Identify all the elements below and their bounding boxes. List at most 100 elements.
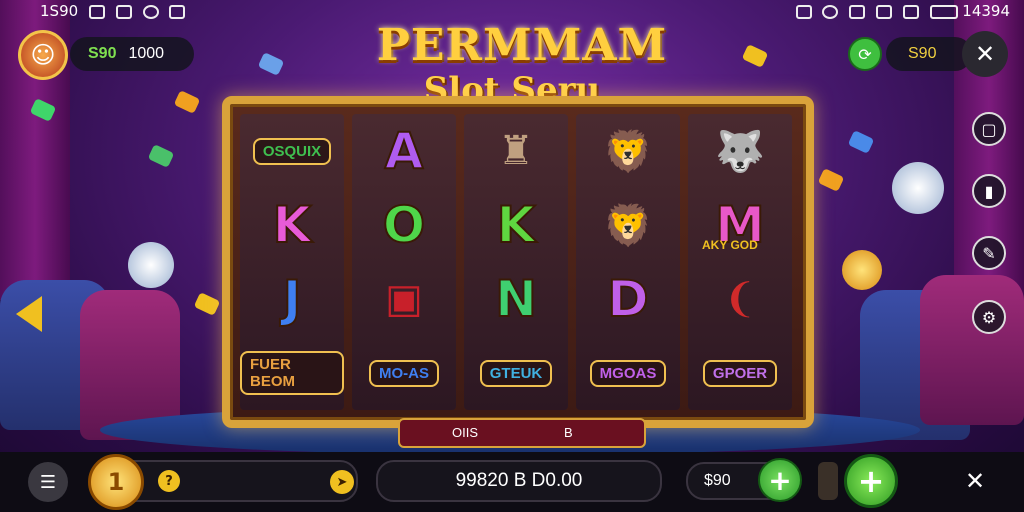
letter-symbol: D — [606, 269, 649, 329]
total-bet-display: 99820 B D0.00 — [376, 460, 662, 502]
reel-symbol: K — [240, 188, 344, 262]
wifi-icon — [902, 4, 919, 19]
status-left-text: 1S90 — [40, 2, 79, 20]
refresh-icon[interactable]: ⟳ — [848, 37, 882, 71]
game-title: PERMMAM — [376, 20, 668, 71]
balance-value: 1000 — [128, 45, 165, 62]
letter-symbol: K — [496, 195, 537, 255]
info-icon[interactable]: ? — [158, 470, 180, 492]
bluetooth-icon — [795, 4, 812, 19]
letter-symbol: A — [384, 121, 425, 181]
vibrate-icon — [849, 4, 866, 19]
menu-icon[interactable]: ☰ — [28, 462, 68, 502]
status-right: 14394 — [790, 2, 1010, 20]
reel-5: 🐺 M AKY GOD ❨ GPOER — [688, 114, 792, 410]
letter-symbol: O — [382, 195, 426, 255]
letter-symbol: K — [272, 195, 313, 255]
letter-symbol: N — [494, 269, 538, 329]
previous-arrow-icon[interactable] — [16, 296, 42, 332]
right-chair-pink — [920, 275, 1024, 425]
gold-coin-icon — [842, 250, 882, 290]
reel-symbol: J — [240, 262, 344, 336]
bet-amount-value: $90 — [704, 472, 731, 489]
play-icon[interactable]: ➤ — [330, 470, 354, 494]
reel-symbol: K — [464, 188, 568, 262]
red-horn-icon: ❨ — [723, 276, 757, 322]
total-bet-value: 99820 B D0.00 — [455, 470, 583, 491]
coin-glyph: 1 — [107, 468, 125, 496]
label-symbol: MGOAS — [589, 359, 667, 387]
info-left: OIIS — [452, 425, 479, 440]
notification-icon — [88, 4, 105, 19]
reel-symbol: 🦁 — [576, 188, 680, 262]
increase-bet-button[interactable]: + — [758, 458, 802, 502]
shop-icon[interactable]: ▢ — [972, 112, 1006, 146]
reel-symbol: D — [576, 262, 680, 336]
reel-symbol: MGOAS — [576, 336, 680, 410]
bottom-close-icon[interactable]: ✕ — [956, 462, 994, 500]
label-symbol: GTEUK — [479, 359, 553, 387]
reel-symbol: ▣ — [352, 262, 456, 336]
app-icon — [169, 4, 186, 19]
card-icon[interactable]: ▮ — [972, 174, 1006, 208]
label-symbol: FUER BEOM — [240, 351, 344, 395]
alarm-clock-icon — [822, 4, 839, 19]
balance-label: S90 — [88, 45, 117, 62]
label-symbol: GPOER — [702, 359, 778, 387]
reel-symbol: FUER BEOM — [240, 336, 344, 410]
gem-icon — [817, 168, 845, 192]
alarm-icon — [142, 4, 159, 19]
status-time-left: 1S90 — [40, 2, 186, 20]
coin-icon: 1 — [88, 454, 144, 510]
reel-1: OSQUIX K J FUER BEOM — [240, 114, 344, 410]
reel-4: 🦁 🦁 D MGOAS — [576, 114, 680, 410]
calendar-icon — [115, 4, 132, 19]
reel-2: A O ▣ MO-AS — [352, 114, 456, 410]
reels-frame: OSQUIX K J FUER BEOM A O ▣ MO-AS ♜ K N GTEUK 🦁 🦁 D MGOA… — [222, 96, 814, 428]
info-right: B — [564, 425, 573, 440]
status-right-text: 14394 — [962, 2, 1010, 20]
gem-icon — [257, 52, 285, 76]
gem-icon — [741, 44, 769, 68]
balance-pill: S90 1000 — [70, 37, 194, 71]
letter-symbol: J — [282, 269, 303, 329]
settings-icon[interactable]: ⚙ — [972, 300, 1006, 334]
lion-icon: 🦁 — [603, 202, 653, 249]
signal-icon — [875, 4, 892, 19]
gem-icon — [847, 130, 875, 154]
reel-symbol: O — [352, 188, 456, 262]
lion-icon: 🦁 — [603, 128, 653, 175]
gem-icon — [147, 144, 175, 168]
reel-symbol: N — [464, 262, 568, 336]
reel-symbol: 🦁 — [576, 114, 680, 188]
silver-coin-icon — [128, 242, 174, 288]
reel-3: ♜ K N GTEUK — [464, 114, 568, 410]
reel-symbol: ❨ — [688, 262, 792, 336]
battery-icon — [929, 4, 958, 19]
divider-tab — [818, 462, 838, 500]
label-symbol: OSQUIX — [252, 137, 332, 165]
label-symbol: MO-AS — [369, 359, 439, 387]
silver-cup-icon: ♜ — [498, 128, 534, 174]
info-bar: OIIS B — [398, 418, 646, 448]
reel-symbol: MO-AS — [352, 336, 456, 410]
right-balance-pill: S90 — [886, 37, 972, 71]
reel-symbol: OSQUIX — [240, 114, 344, 188]
gem-icon — [193, 292, 221, 316]
reel-symbol: M AKY GOD — [688, 188, 792, 262]
reel-symbol: GPOER — [688, 336, 792, 410]
avatar[interactable]: ☺ — [18, 30, 68, 80]
reel-symbol: 🐺 — [688, 114, 792, 188]
gem-icon — [173, 90, 201, 114]
symbol-caption: AKY GOD — [702, 238, 758, 252]
edit-icon[interactable]: ✎ — [972, 236, 1006, 270]
right-balance-value: S90 — [908, 45, 937, 62]
reel-symbol: GTEUK — [464, 336, 568, 410]
close-icon[interactable]: ✕ — [962, 31, 1008, 77]
reel-symbol: A — [352, 114, 456, 188]
wolf-icon: 🐺 — [715, 128, 765, 175]
reel-symbol: ♜ — [464, 114, 568, 188]
spin-button[interactable]: + — [844, 454, 898, 508]
ruby-chest-icon: ▣ — [385, 276, 423, 322]
silver-coin-icon — [892, 162, 944, 214]
